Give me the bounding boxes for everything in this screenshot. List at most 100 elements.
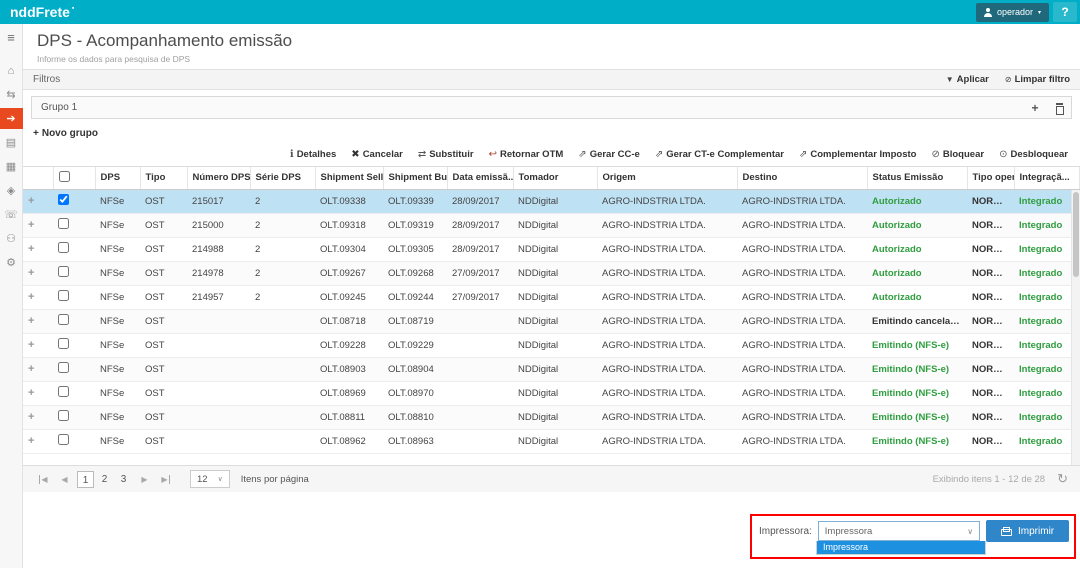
delete-group-button[interactable] xyxy=(1047,97,1071,118)
page-2-button[interactable]: 2 xyxy=(96,471,113,488)
expand-row-button[interactable]: + xyxy=(28,435,34,447)
col-dps[interactable]: DPS xyxy=(95,167,141,190)
details-icon: ℹ xyxy=(289,149,294,160)
expand-row-button[interactable]: + xyxy=(28,291,34,303)
row-checkbox[interactable] xyxy=(58,338,69,349)
row-checkbox[interactable] xyxy=(58,266,69,277)
user-menu[interactable]: operador ▾ xyxy=(975,2,1049,22)
col-data[interactable]: Data emissã... xyxy=(447,167,514,190)
select-all-checkbox[interactable] xyxy=(58,170,70,182)
page-1-button[interactable]: 1 xyxy=(77,470,94,488)
page-size-select[interactable]: 12 ∨ xyxy=(190,470,230,488)
col-integracao[interactable]: Integraçã... xyxy=(1014,167,1080,190)
return-otm-button[interactable]: ↩ Retornar OTM xyxy=(489,149,564,160)
refresh-icon[interactable]: ↻ xyxy=(1057,471,1068,487)
new-group-link[interactable]: + Novo grupo xyxy=(33,128,98,139)
col-numero[interactable]: Número DPS xyxy=(187,167,251,190)
replace-button[interactable]: ⇄ Substituir xyxy=(418,149,474,160)
sidebar-emission-icon[interactable]: ➔ xyxy=(0,108,23,129)
table-row[interactable]: + NFSe OST OLT.08962 OLT.08963 NDDigital AGRO-… xyxy=(23,429,1080,454)
first-page-button[interactable]: ◀ xyxy=(35,474,52,484)
col-sell[interactable]: Shipment Sell xyxy=(315,167,384,190)
expand-row-button[interactable]: + xyxy=(28,363,34,375)
block-button[interactable]: ⊘ Bloquear xyxy=(931,149,984,160)
row-checkbox[interactable] xyxy=(58,218,69,229)
cell-serie-dps xyxy=(250,405,315,430)
page-3-button[interactable]: 3 xyxy=(115,471,132,488)
row-checkbox[interactable] xyxy=(58,362,69,373)
table-row[interactable]: + NFSe OST 214978 2 OLT.09267 OLT.09268 27/09/2… xyxy=(23,261,1080,286)
table-row[interactable]: + NFSe OST OLT.08903 OLT.08904 NDDigital AGRO-… xyxy=(23,357,1080,382)
help-button[interactable]: ? xyxy=(1053,2,1077,22)
expand-row-button[interactable]: + xyxy=(28,195,34,207)
expand-row-button[interactable]: + xyxy=(28,339,34,351)
sidebar-transfer-icon[interactable]: ⇆ xyxy=(0,84,23,105)
cell-shipment-buy: OLT.08970 xyxy=(383,381,447,406)
col-tomador[interactable]: Tomador xyxy=(513,167,598,190)
row-checkbox[interactable] xyxy=(58,410,69,421)
expand-row-button[interactable]: + xyxy=(28,219,34,231)
cell-origem: AGRO-INDSTRIA LTDA. xyxy=(597,333,737,358)
sidebar-users-icon[interactable]: ⚇ xyxy=(0,228,23,249)
cell-dps: NFSe xyxy=(95,237,140,262)
expand-row-button[interactable]: + xyxy=(28,315,34,327)
row-checkbox[interactable] xyxy=(58,314,69,325)
sidebar-home-icon[interactable]: ⌂ xyxy=(0,60,23,81)
print-button[interactable]: Imprimir xyxy=(986,520,1069,542)
vertical-scrollbar[interactable] xyxy=(1071,190,1080,465)
filters-title: Filtros xyxy=(33,74,61,85)
table-row[interactable]: + NFSe OST 215000 2 OLT.09318 OLT.09319 28/09/2… xyxy=(23,213,1080,238)
col-status[interactable]: Status Emissão xyxy=(867,167,968,190)
col-destino[interactable]: Destino xyxy=(737,167,868,190)
printer-option[interactable]: Impressora xyxy=(817,541,985,554)
expand-row-button[interactable]: + xyxy=(28,267,34,279)
table-row[interactable]: + NFSe OST OLT.08718 OLT.08719 NDDigital AGRO-… xyxy=(23,309,1080,334)
unblock-button[interactable]: ⊙ Desbloquear xyxy=(999,149,1068,160)
col-serie[interactable]: Série DPS xyxy=(250,167,316,190)
table-row[interactable]: + NFSe OST 214957 2 OLT.09245 OLT.09244 27/09/2… xyxy=(23,285,1080,310)
sidebar-menu-icon[interactable]: ≡ xyxy=(0,27,23,48)
scrollbar-thumb[interactable] xyxy=(1073,192,1079,277)
row-checkbox[interactable] xyxy=(58,386,69,397)
row-checkbox[interactable] xyxy=(58,434,69,445)
col-tipo_oper[interactable]: Tipo oper... xyxy=(967,167,1015,190)
previous-page-button[interactable]: ◀ xyxy=(56,475,73,484)
complementar-imposto-button[interactable]: ⇗ Complementar Imposto xyxy=(799,149,917,160)
col-buy[interactable]: Shipment Buy xyxy=(383,167,448,190)
clear-filter-button[interactable]: ⊘ Limpar filtro xyxy=(1005,74,1070,85)
generate-cte-complementar-button[interactable]: ⇗ Gerar CT-e Complementar xyxy=(655,149,784,160)
col-tipo[interactable]: Tipo xyxy=(140,167,188,190)
filter-group[interactable]: Grupo 1 + xyxy=(31,96,1072,119)
expand-row-button[interactable]: + xyxy=(28,387,34,399)
table-row[interactable]: + NFSe OST OLT.09228 OLT.09229 NDDigital AGRO-… xyxy=(23,333,1080,358)
col-origem[interactable]: Origem xyxy=(597,167,738,190)
cell-tomador: NDDigital xyxy=(513,261,597,286)
sidebar-support-icon[interactable]: ☏ xyxy=(0,204,23,225)
sidebar-financial-icon[interactable]: ◈ xyxy=(0,180,23,201)
cancel-button[interactable]: ✖ Cancelar xyxy=(351,149,403,160)
details-button[interactable]: ℹ Detalhes xyxy=(290,149,336,160)
sidebar-settings-icon[interactable]: ⚙ xyxy=(0,252,23,273)
sidebar-documents-icon[interactable]: ▤ xyxy=(0,132,23,153)
expand-row-button[interactable]: + xyxy=(28,411,34,423)
row-checkbox[interactable] xyxy=(58,242,69,253)
table-row[interactable]: + NFSe OST OLT.08969 OLT.08970 NDDigital AGRO-… xyxy=(23,381,1080,406)
next-page-button[interactable]: ▶ xyxy=(136,475,153,484)
row-checkbox[interactable] xyxy=(58,290,69,301)
cell-dps: NFSe xyxy=(95,285,140,310)
generate-cce-button[interactable]: ⇗ Gerar CC-e xyxy=(578,149,640,160)
cell-tipo-operacao: NORMAL xyxy=(967,261,1014,286)
row-checkbox[interactable] xyxy=(58,194,69,205)
cell-destino: AGRO-INDSTRIA LTDA. xyxy=(737,213,867,238)
cell-shipment-sell: OLT.09318 xyxy=(315,213,383,238)
cell-dps: NFSe xyxy=(95,381,140,406)
table-row[interactable]: + NFSe OST 214988 2 OLT.09304 OLT.09305 28/09/2… xyxy=(23,237,1080,262)
sidebar-reports-icon[interactable]: ▦ xyxy=(0,156,23,177)
apply-filter-button[interactable]: ▼ Aplicar xyxy=(946,74,989,85)
add-filter-button[interactable]: + xyxy=(1023,97,1047,118)
table-row[interactable]: + NFSe OST OLT.08811 OLT.08810 NDDigital AGRO-… xyxy=(23,405,1080,430)
expand-row-button[interactable]: + xyxy=(28,243,34,255)
printer-select[interactable]: Impressora ∨ xyxy=(817,521,981,541)
table-row[interactable]: + NFSe OST 215017 2 OLT.09338 OLT.09339 28/09/2… xyxy=(23,189,1080,214)
last-page-button[interactable]: ▶ xyxy=(157,474,174,484)
